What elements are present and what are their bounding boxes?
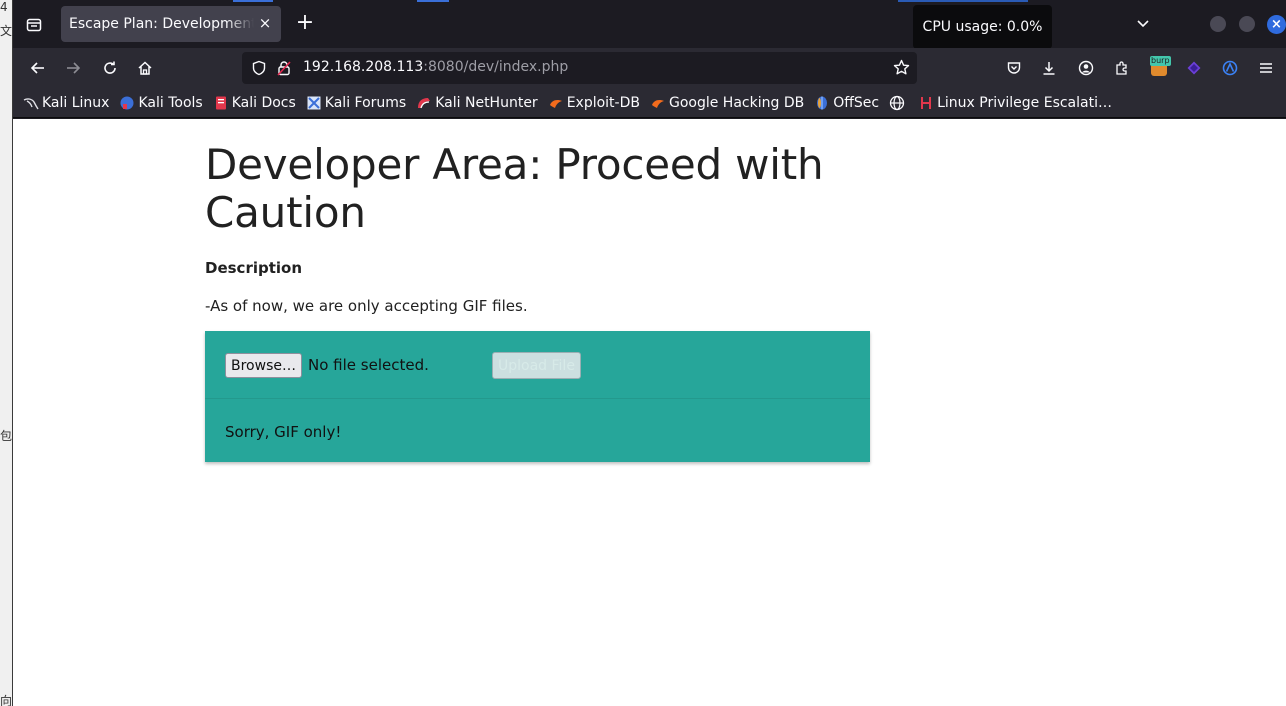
- bookmark-label: Kali Linux: [42, 94, 110, 111]
- kali-nethunter-icon: [416, 95, 432, 111]
- reload-icon[interactable]: [98, 56, 122, 80]
- active-tab[interactable]: Escape Plan: Development Ce ×: [61, 6, 281, 42]
- hacktricks-icon: [918, 95, 934, 111]
- top-accent: [898, 0, 1028, 2]
- upload-result: Sorry, GIF only!: [205, 399, 870, 462]
- ghdb-icon: [650, 95, 666, 111]
- new-tab-button[interactable]: +: [293, 12, 317, 36]
- description-heading: Description: [205, 259, 303, 277]
- top-accent: [417, 0, 449, 2]
- file-status: No file selected.: [308, 356, 429, 374]
- upload-form: Browse… No file selected. Upload File: [205, 331, 870, 399]
- bookmark-label: Kali Docs: [231, 94, 296, 111]
- bookmark-exploit-db[interactable]: Exploit-DB: [548, 95, 640, 111]
- bookmark-label: Exploit-DB: [566, 94, 640, 111]
- bookmark-kali-forums[interactable]: Kali Forums: [306, 95, 406, 111]
- upload-card: Browse… No file selected. Upload File So…: [205, 331, 870, 462]
- desktop-glyph: 4: [0, 0, 8, 14]
- bookmark-kali-linux[interactable]: Kali Linux: [23, 95, 109, 111]
- bookmark-google-hacking-db[interactable]: Google Hacking DB: [650, 95, 804, 111]
- url-path: :8080/dev/index.php: [423, 59, 569, 75]
- kali-tools-icon: [119, 95, 135, 111]
- desktop-glyph: 文: [0, 24, 13, 38]
- bookmark-kali-docs[interactable]: Kali Docs: [213, 95, 296, 111]
- downloads-icon[interactable]: [1037, 56, 1061, 80]
- shield-icon[interactable]: [251, 60, 267, 80]
- web-page-viewport: Developer Area: Proceed with Caution Des…: [13, 119, 1286, 706]
- window-close-button[interactable]: ×: [1267, 15, 1286, 34]
- forward-arrow-icon[interactable]: [61, 56, 85, 80]
- desktop-glyph: 向: [0, 694, 13, 706]
- description-text: -As of now, we are only accepting GIF fi…: [205, 297, 528, 315]
- desktop-glyph: 包: [0, 429, 13, 443]
- kali-dragon-icon: [23, 95, 39, 111]
- page-content: Developer Area: Proceed with Caution Des…: [205, 119, 870, 462]
- bookmark-label: Kali Forums: [324, 94, 407, 111]
- cpu-usage-tooltip: CPU usage: 0.0%: [913, 5, 1052, 49]
- globe-icon: [889, 95, 905, 111]
- browser-window: Escape Plan: Development Ce × + CPU usag…: [13, 0, 1286, 706]
- tab-bar: Escape Plan: Development Ce × + CPU usag…: [13, 0, 1286, 49]
- bookmark-star-icon[interactable]: [893, 59, 910, 80]
- back-arrow-icon[interactable]: [26, 56, 50, 80]
- pocket-icon[interactable]: [1002, 56, 1026, 80]
- exploit-db-icon: [548, 95, 564, 111]
- navigation-bar: 192.168.208.113:8080/dev/index.php burp: [13, 48, 1286, 88]
- firefox-view-icon[interactable]: [21, 12, 47, 38]
- maximize-button[interactable]: [1239, 16, 1255, 32]
- top-accent: [233, 0, 273, 2]
- bookmark-label: Kali Tools: [138, 94, 203, 111]
- tab-close-icon[interactable]: ×: [257, 15, 273, 31]
- burp-label: burp: [1150, 56, 1171, 66]
- desktop-left-strip: 4 文 包 向: [0, 0, 13, 706]
- bookmark-kali-nethunter[interactable]: Kali NetHunter: [416, 94, 538, 111]
- purple-extension-icon[interactable]: [1182, 56, 1206, 80]
- upload-file-button[interactable]: Upload File: [492, 352, 581, 379]
- bookmark-kali-tools[interactable]: Kali Tools: [119, 94, 203, 111]
- burp-extension-icon[interactable]: burp: [1147, 56, 1171, 80]
- tab-title: Escape Plan: Development Ce: [69, 16, 254, 32]
- bookmark-label: OffSec: [833, 94, 880, 111]
- account-icon[interactable]: [1074, 56, 1098, 80]
- browse-button[interactable]: Browse…: [225, 353, 302, 378]
- minimize-button[interactable]: [1210, 16, 1226, 32]
- kali-forums-icon: [306, 95, 322, 111]
- home-icon[interactable]: [133, 56, 157, 80]
- bookmark-label: Kali NetHunter: [435, 94, 538, 111]
- bookmark-linux-privilege-escalation[interactable]: Linux Privilege Escalati…: [918, 95, 1112, 111]
- page-title: Developer Area: Proceed with Caution: [205, 140, 824, 237]
- blue-extension-icon[interactable]: [1218, 56, 1242, 80]
- kali-docs-icon: [213, 95, 229, 111]
- insecure-lock-icon[interactable]: [276, 60, 292, 80]
- error-message: Sorry, GIF only!: [225, 423, 342, 441]
- url-bar[interactable]: 192.168.208.113:8080/dev/index.php: [242, 52, 917, 84]
- bookmark-label: Google Hacking DB: [668, 94, 805, 111]
- hamburger-menu-icon[interactable]: [1254, 56, 1278, 80]
- bookmark-offsec[interactable]: OffSec: [814, 95, 879, 111]
- url-host: 192.168.208.113: [303, 59, 424, 75]
- offsec-icon: [814, 95, 830, 111]
- bookmarks-toolbar: Kali Linux Kali Tools Kali Docs Kali For…: [13, 88, 1286, 118]
- bookmark-label: Linux Privilege Escalati…: [937, 94, 1112, 111]
- chevron-down-icon[interactable]: [1134, 14, 1152, 32]
- bookmark-globe[interactable]: [889, 95, 908, 111]
- url-text[interactable]: 192.168.208.113:8080/dev/index.php: [303, 59, 568, 75]
- extensions-icon[interactable]: [1110, 56, 1134, 80]
